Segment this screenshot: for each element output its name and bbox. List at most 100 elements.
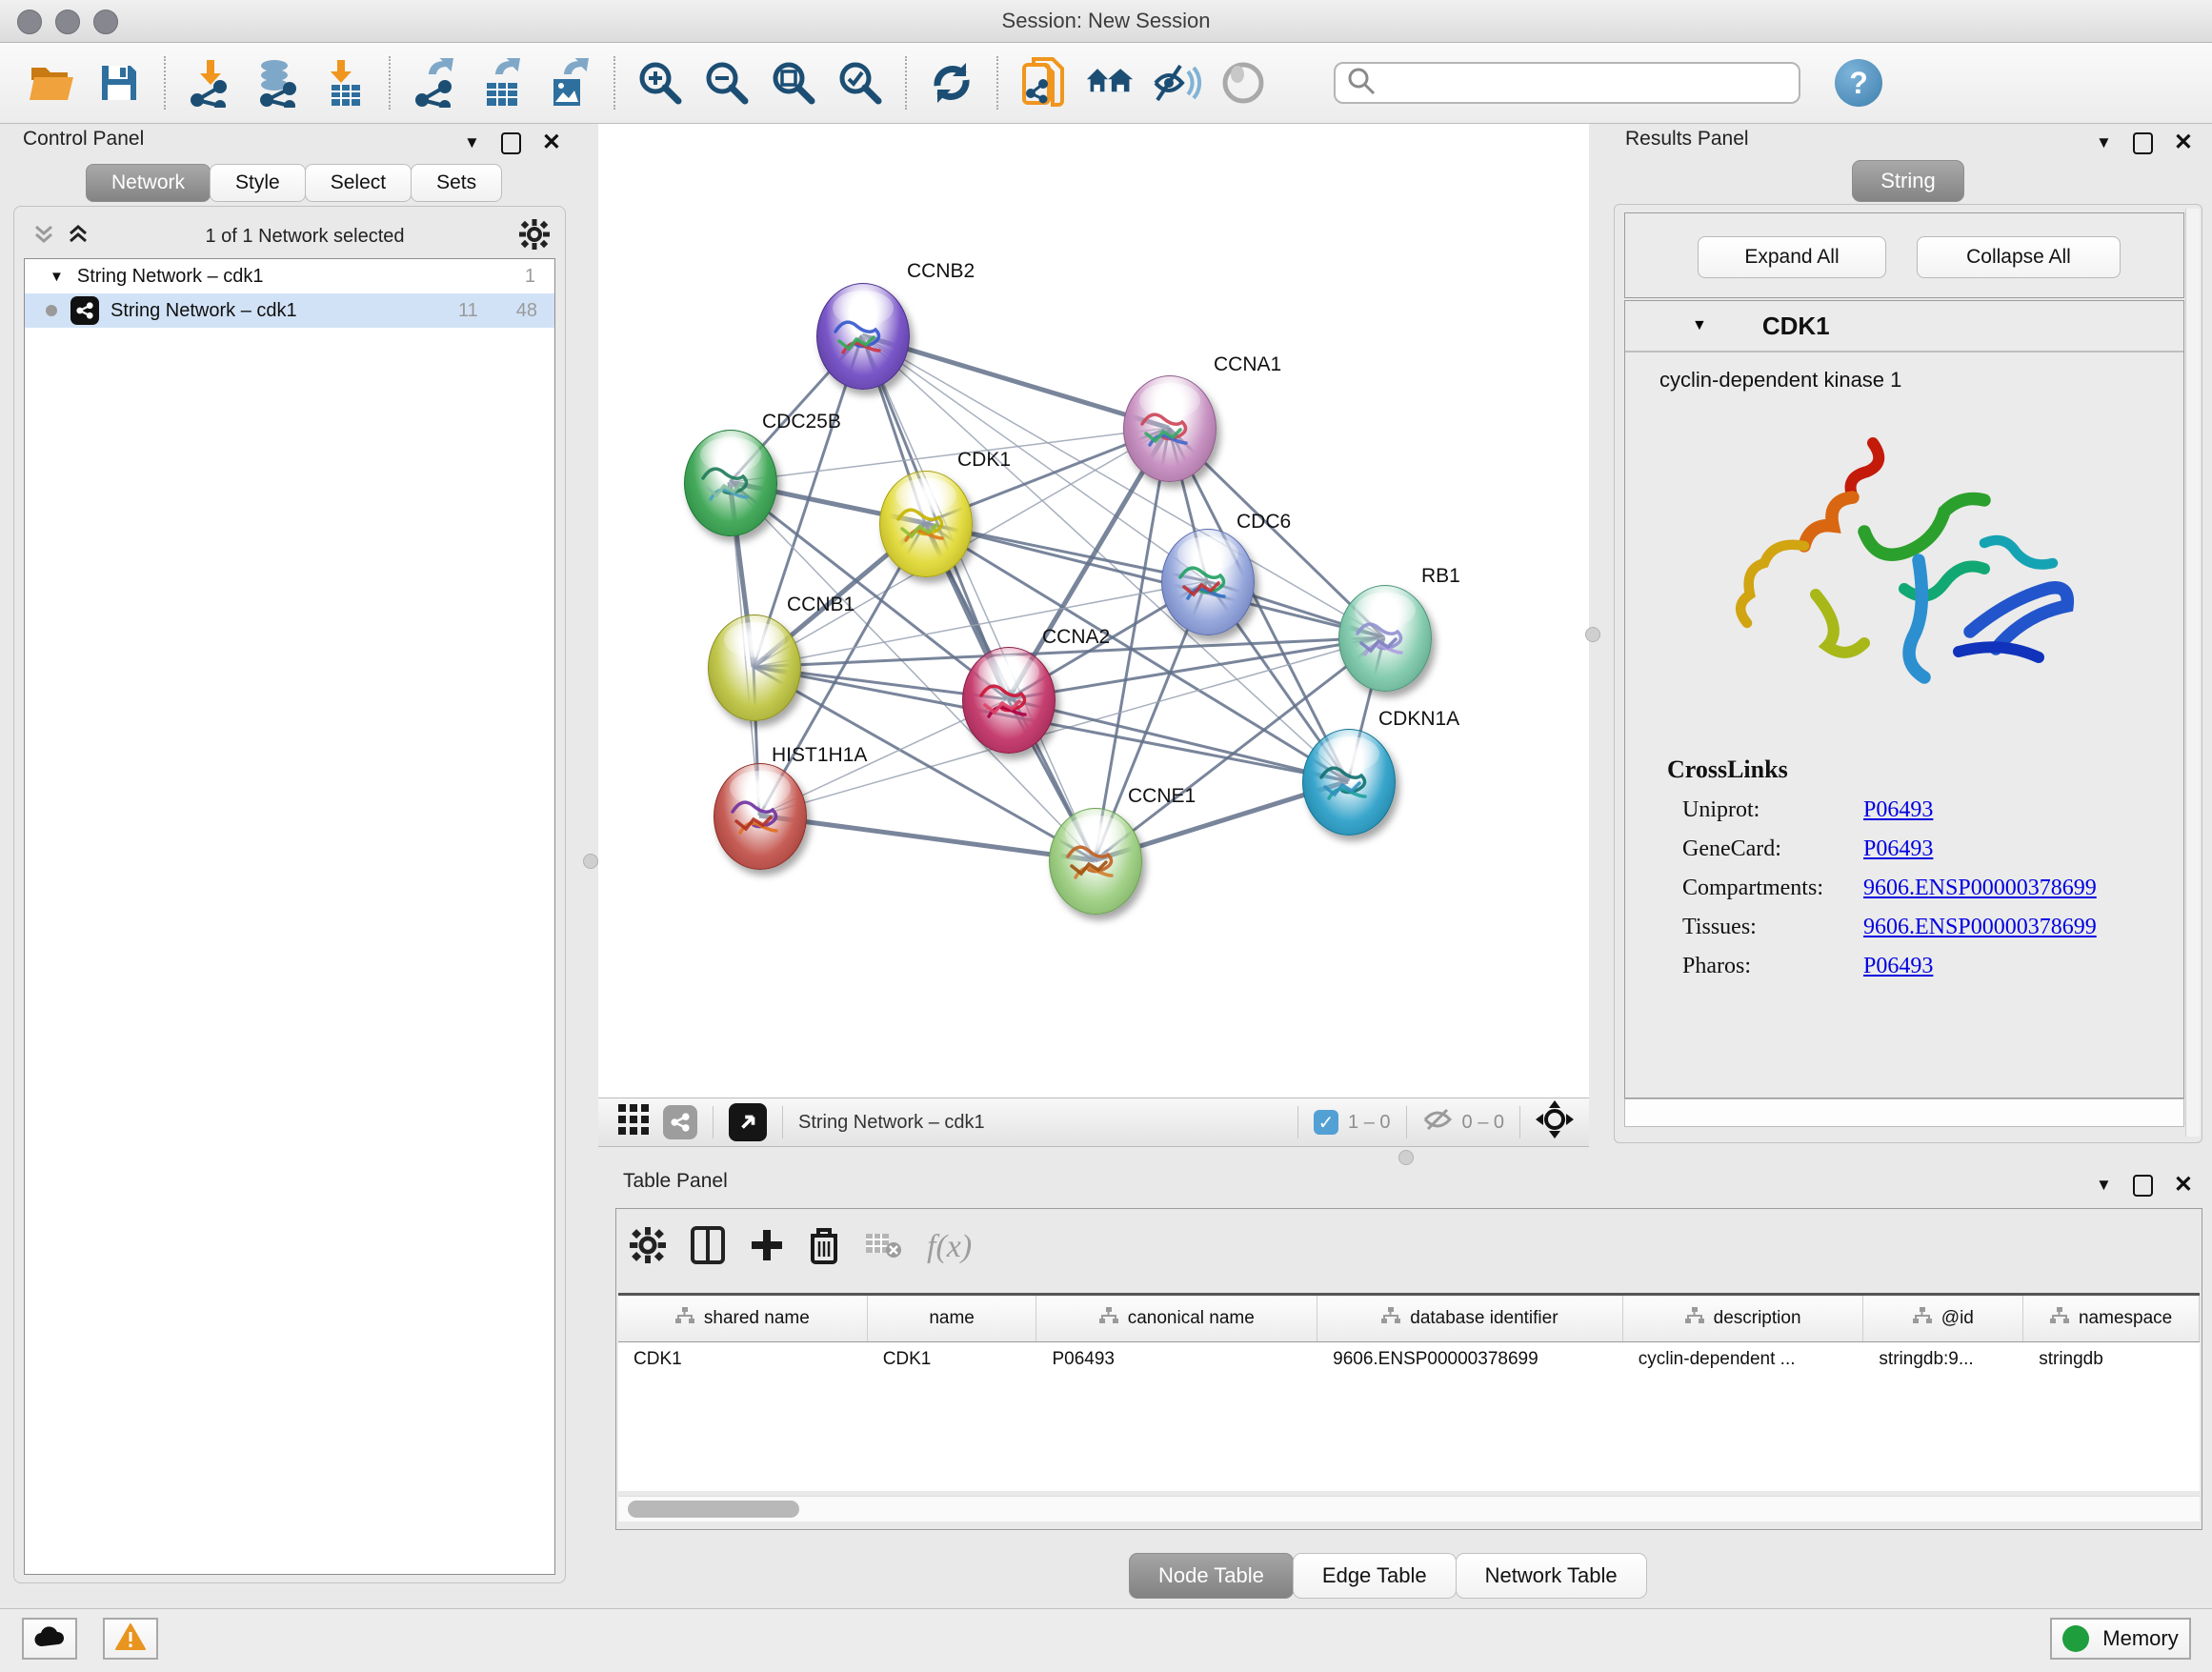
table-cell[interactable]: P06493 [1036, 1342, 1317, 1377]
crosslink-value-link[interactable]: P06493 [1863, 954, 1933, 979]
gear-icon[interactable] [519, 219, 550, 254]
memory-button[interactable]: Memory [2050, 1618, 2191, 1660]
node-rb1[interactable] [1338, 585, 1432, 692]
birds-eye-grid-icon[interactable] [617, 1103, 650, 1141]
column-header--id[interactable]: @id [1863, 1296, 2023, 1341]
column-header-namespace[interactable]: namespace [2023, 1296, 2200, 1341]
tree-expander-icon[interactable]: ▼ [50, 269, 64, 285]
tab-node-table[interactable]: Node Table [1129, 1553, 1294, 1599]
crosslink-value-link[interactable]: 9606.ENSP00000378699 [1863, 915, 2097, 940]
splitter-handle[interactable] [1585, 627, 1600, 642]
table-horizontal-scrollbar[interactable] [618, 1496, 2200, 1521]
delete-column-icon[interactable] [809, 1226, 839, 1269]
crosslink-value-link[interactable]: 9606.ENSP00000378699 [1863, 876, 2097, 901]
splitter-handle[interactable] [583, 854, 598, 869]
node-hist1h1a[interactable] [714, 763, 807, 870]
node-ccna2[interactable] [962, 647, 1056, 754]
tab-select[interactable]: Select [305, 164, 412, 202]
collapse-panel-icon[interactable]: ▼ [464, 133, 480, 152]
selected-checkbox-icon[interactable]: ✓ [1314, 1110, 1338, 1135]
zoom-fit-icon[interactable] [769, 58, 818, 108]
open-folder-icon[interactable] [28, 58, 77, 108]
tab-network[interactable]: Network [86, 164, 211, 202]
tab-style[interactable]: Style [210, 164, 306, 202]
zoom-selected-icon[interactable] [835, 58, 885, 108]
expand-all-tree-icon[interactable] [31, 222, 56, 252]
open-in-window-icon[interactable] [729, 1103, 767, 1141]
results-scrollbar[interactable] [2185, 209, 2200, 1137]
float-panel-icon[interactable] [501, 132, 521, 154]
column-header-database-identifier[interactable]: database identifier [1317, 1296, 1623, 1341]
scrollbar-thumb[interactable] [628, 1501, 799, 1518]
zoom-in-icon[interactable] [635, 58, 685, 108]
column-header-name[interactable]: name [868, 1296, 1037, 1341]
column-header-description[interactable]: description [1623, 1296, 1864, 1341]
node-ccnb1[interactable] [708, 614, 801, 721]
tab-network-table[interactable]: Network Table [1456, 1553, 1647, 1599]
node-cdc25b[interactable] [684, 430, 777, 536]
pan-crosshair-icon[interactable] [1536, 1100, 1574, 1144]
node-cdk1[interactable] [879, 471, 973, 577]
close-panel-icon[interactable]: ✕ [2174, 131, 2193, 154]
collapse-all-button[interactable]: Collapse All [1917, 236, 2121, 278]
table-cell[interactable]: stringdb [2023, 1342, 2200, 1377]
edge-ccnb2-ccne1[interactable] [862, 335, 1095, 860]
section-expander-icon[interactable]: ▼ [1692, 317, 1707, 334]
tab-string[interactable]: String [1852, 160, 1964, 202]
splitter-handle[interactable] [1398, 1150, 1414, 1165]
node-cdc6[interactable] [1161, 529, 1255, 635]
crosslink-value-link[interactable]: P06493 [1863, 797, 1933, 823]
help-button[interactable]: ? [1835, 59, 1882, 107]
export-image-icon[interactable] [544, 58, 593, 108]
network-collection-row[interactable]: ▼ String Network – cdk1 1 [25, 259, 554, 293]
zoom-out-icon[interactable] [702, 58, 752, 108]
node-ccne1[interactable] [1049, 808, 1142, 915]
gene-section-header[interactable]: ▼ CDK1 [1625, 301, 2183, 353]
close-panel-icon[interactable]: ✕ [2174, 1174, 2193, 1197]
column-header-shared-name[interactable]: shared name [618, 1296, 868, 1341]
float-panel-icon[interactable] [2133, 1175, 2153, 1197]
edge-ccna2-cdkn1a[interactable] [1008, 699, 1348, 781]
close-panel-icon[interactable]: ✕ [542, 131, 561, 154]
home-networks-icon[interactable] [1085, 58, 1135, 108]
collapse-all-tree-icon[interactable] [66, 222, 90, 252]
node-ccnb2[interactable] [816, 283, 910, 390]
cloud-status-button[interactable] [22, 1618, 77, 1660]
table-cell[interactable]: 9606.ENSP00000378699 [1317, 1342, 1623, 1377]
table-cell[interactable]: cyclin-dependent ... [1623, 1342, 1864, 1377]
string-documents-icon[interactable] [1018, 58, 1068, 108]
import-database-icon[interactable] [252, 58, 302, 108]
add-column-icon[interactable] [750, 1226, 784, 1269]
hidden-eye-icon[interactable] [1422, 1107, 1453, 1138]
table-cell[interactable]: CDK1 [868, 1342, 1037, 1377]
gear-icon[interactable] [630, 1227, 666, 1268]
table-cell[interactable]: stringdb:9... [1863, 1342, 2023, 1377]
table-row[interactable]: CDK1CDK1P064939606.ENSP00000378699cyclin… [618, 1342, 2200, 1377]
refresh-icon[interactable] [927, 58, 976, 108]
export-table-icon[interactable] [477, 58, 527, 108]
network-canvas[interactable]: CCNB2CCNA1CDC25BCDK1CDC6RB1CCNB1CCNA2CDK… [598, 124, 1589, 1098]
network-row-selected[interactable]: String Network – cdk1 11 48 [25, 293, 554, 328]
node-cdkn1a[interactable] [1302, 729, 1396, 836]
collapse-panel-icon[interactable]: ▼ [2096, 1176, 2112, 1195]
edge-rb1-hist1h1a[interactable] [759, 637, 1384, 816]
edge-cdk1-rb1[interactable] [925, 523, 1384, 637]
table-cell[interactable]: CDK1 [618, 1342, 868, 1377]
save-icon[interactable] [94, 58, 144, 108]
tab-sets[interactable]: Sets [411, 164, 502, 202]
share-network-icon[interactable] [663, 1105, 697, 1139]
edge-ccne1-hist1h1a[interactable] [759, 816, 1095, 860]
search-input[interactable] [1334, 62, 1800, 104]
warning-status-button[interactable] [103, 1618, 158, 1660]
import-network-icon[interactable] [186, 58, 235, 108]
crosslink-value-link[interactable]: P06493 [1863, 836, 1933, 862]
column-header-canonical-name[interactable]: canonical name [1036, 1296, 1317, 1341]
collapse-panel-icon[interactable]: ▼ [2096, 133, 2112, 152]
import-table-icon[interactable] [319, 58, 369, 108]
expand-all-button[interactable]: Expand All [1698, 236, 1886, 278]
select-columns-icon[interactable] [691, 1226, 725, 1269]
float-panel-icon[interactable] [2133, 132, 2153, 154]
export-network-icon[interactable] [411, 58, 460, 108]
tab-edge-table[interactable]: Edge Table [1293, 1553, 1457, 1599]
hide-show-icon[interactable] [1152, 58, 1201, 108]
